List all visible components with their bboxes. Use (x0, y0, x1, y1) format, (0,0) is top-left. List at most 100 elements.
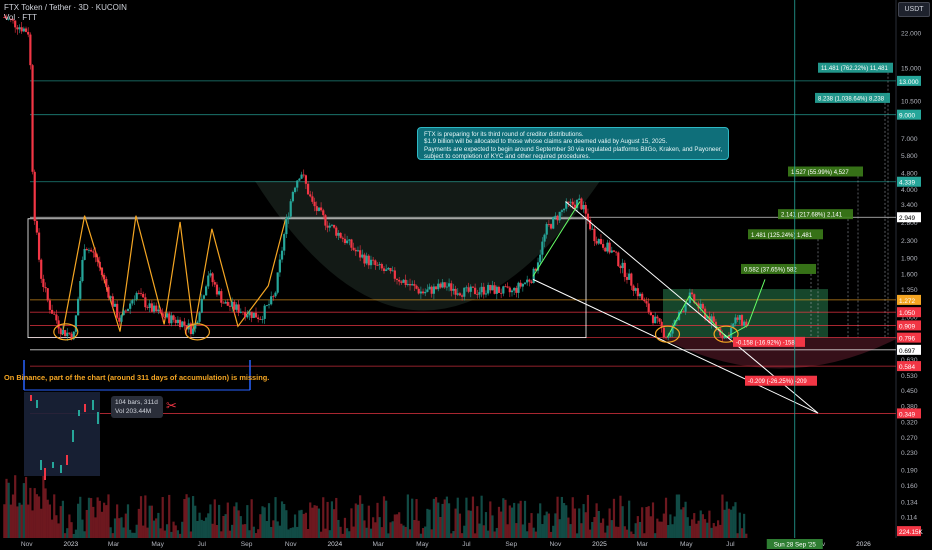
candle-body (582, 204, 585, 210)
candle-body (77, 298, 80, 316)
volume-bar (3, 504, 6, 538)
candle-body (615, 251, 618, 253)
volume-bar (267, 503, 271, 538)
volume-bar (714, 526, 718, 538)
candle-body (152, 305, 156, 312)
candle-body (265, 305, 268, 306)
volume-bar (191, 496, 195, 538)
volume-bar (16, 506, 19, 538)
candle-body (517, 282, 520, 293)
y-tick-label: 0.114 (901, 514, 917, 521)
candle-body (487, 284, 490, 294)
candle-body (276, 272, 279, 293)
candle-body (497, 286, 501, 293)
volume-bar (209, 504, 212, 538)
volume-bar (567, 517, 570, 538)
volume-bar (66, 528, 69, 538)
volume-bar (424, 526, 427, 538)
volume-bar (645, 507, 648, 538)
candle-body (649, 312, 652, 316)
volume-bar (33, 488, 36, 538)
volume-bar (220, 531, 223, 538)
volume-bar (129, 529, 132, 538)
candle-body (461, 295, 464, 297)
candle-body (218, 291, 221, 295)
volume-bar (554, 513, 557, 538)
candle-body (391, 270, 394, 272)
y-tick-label: 5.800 (901, 153, 918, 160)
candle-body (482, 286, 485, 295)
volume-bar (313, 505, 316, 538)
volume-bar (636, 516, 639, 538)
volume-bar (615, 526, 618, 538)
volume-bar (137, 508, 140, 538)
volume-bar (673, 516, 676, 538)
candle-body (562, 208, 566, 211)
volume-bar (170, 531, 173, 538)
volume-bar (654, 533, 657, 538)
candle-body (608, 242, 611, 253)
volume-bar (740, 528, 744, 538)
volume-bar (419, 533, 422, 538)
candle-body (304, 175, 307, 184)
price-tag-label: 224.15K (899, 529, 924, 536)
currency-button[interactable]: USDT (898, 2, 930, 17)
x-tick-label: Sep (505, 541, 517, 548)
volume-bar (87, 497, 91, 538)
volume-bar (417, 520, 420, 538)
volume-bar (647, 506, 650, 538)
candle-body (142, 294, 145, 298)
volume-bar (263, 507, 266, 538)
candle-body (539, 254, 542, 263)
candle-body (330, 224, 334, 226)
candle-body (530, 281, 533, 283)
volume-bar (14, 475, 17, 538)
candle-body (630, 273, 633, 286)
candle-body (701, 303, 705, 309)
volume-bar (29, 487, 32, 538)
volume-bar (244, 524, 247, 538)
volume-bar (356, 504, 360, 538)
volume-bar (250, 499, 253, 538)
candle-body (434, 286, 438, 290)
candle-body (424, 291, 427, 294)
volume-bar (40, 508, 43, 538)
volume-bar (565, 505, 568, 538)
volume-bar (484, 512, 488, 538)
volume-bar (634, 523, 637, 538)
candle-body (628, 273, 631, 280)
volume-bar (589, 529, 592, 538)
volume-bar (241, 524, 245, 538)
volume-bar (469, 510, 472, 538)
volume-bar (94, 517, 97, 538)
candle-body (113, 303, 117, 307)
candle-body (621, 262, 624, 269)
candle-body (129, 303, 132, 309)
volume-bar (560, 496, 563, 538)
candle-body (549, 224, 553, 229)
volume-bar (491, 515, 494, 538)
volume-bar (111, 533, 114, 538)
candle-body (374, 260, 377, 266)
symbol-title[interactable]: FTX Token / Tether · 3D · KUCOIN (4, 3, 127, 12)
candle-body (610, 250, 613, 253)
volume-bar (708, 510, 711, 538)
chart-stage: 22.000 15.000 13.000 10.500 9.000 7.000 5.800 4… (0, 0, 932, 550)
candle-body (98, 261, 101, 268)
x-tick-label: Mar (636, 541, 648, 548)
volume-bar (461, 533, 464, 538)
volume-bar (402, 525, 405, 538)
price-chart[interactable]: 22.000 15.000 13.000 10.500 9.000 7.000 5.800 4… (0, 0, 932, 550)
candle-body (254, 312, 258, 318)
volume-bar (608, 508, 611, 538)
candle-body (81, 259, 84, 281)
candle-body (289, 201, 292, 217)
volume-bar (207, 513, 210, 538)
candle-body (66, 332, 69, 337)
candle-body (645, 301, 648, 304)
candle-body (736, 317, 739, 320)
candle-body (139, 293, 143, 295)
volume-bar (235, 502, 238, 538)
volume-bar (285, 510, 288, 538)
volume-bar (319, 531, 323, 538)
